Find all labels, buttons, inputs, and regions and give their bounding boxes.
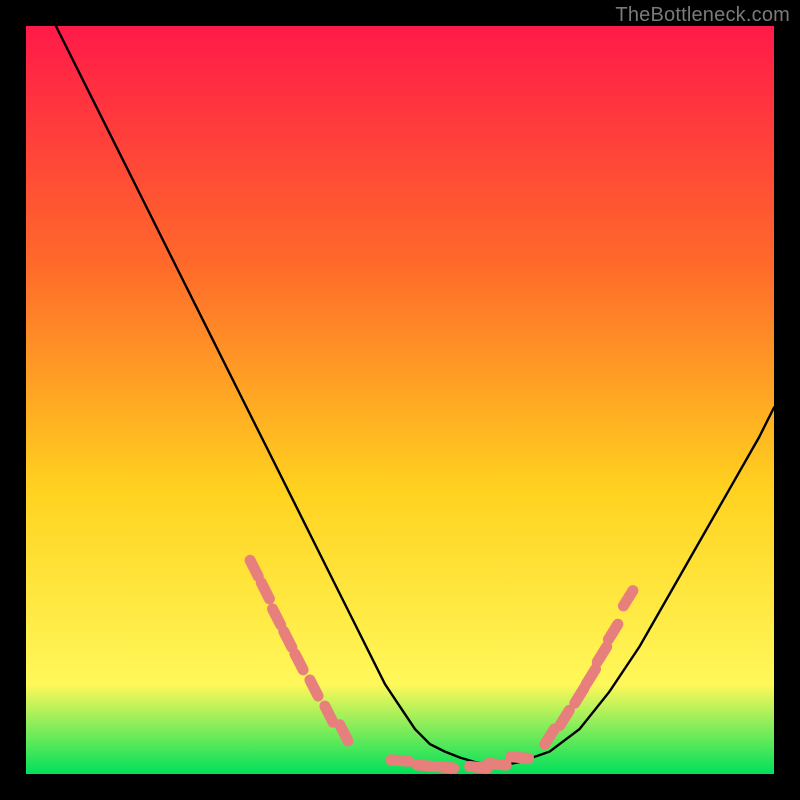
marker-bottom-4 [488,764,506,766]
marker-left-1 [261,583,269,599]
marker-left-4 [295,654,303,670]
watermark-text: TheBottleneck.com [615,4,790,27]
marker-left-0 [250,560,258,576]
gradient-background [26,26,774,774]
marker-bottom-0 [391,760,409,762]
bottleneck-chart [26,26,774,774]
marker-left-7 [340,725,348,741]
marker-left-3 [284,631,292,647]
marker-bottom-2 [436,767,454,769]
marker-left-6 [325,706,333,722]
marker-left-2 [273,609,281,625]
marker-left-5 [310,680,318,696]
marker-bottom-5 [511,757,529,759]
